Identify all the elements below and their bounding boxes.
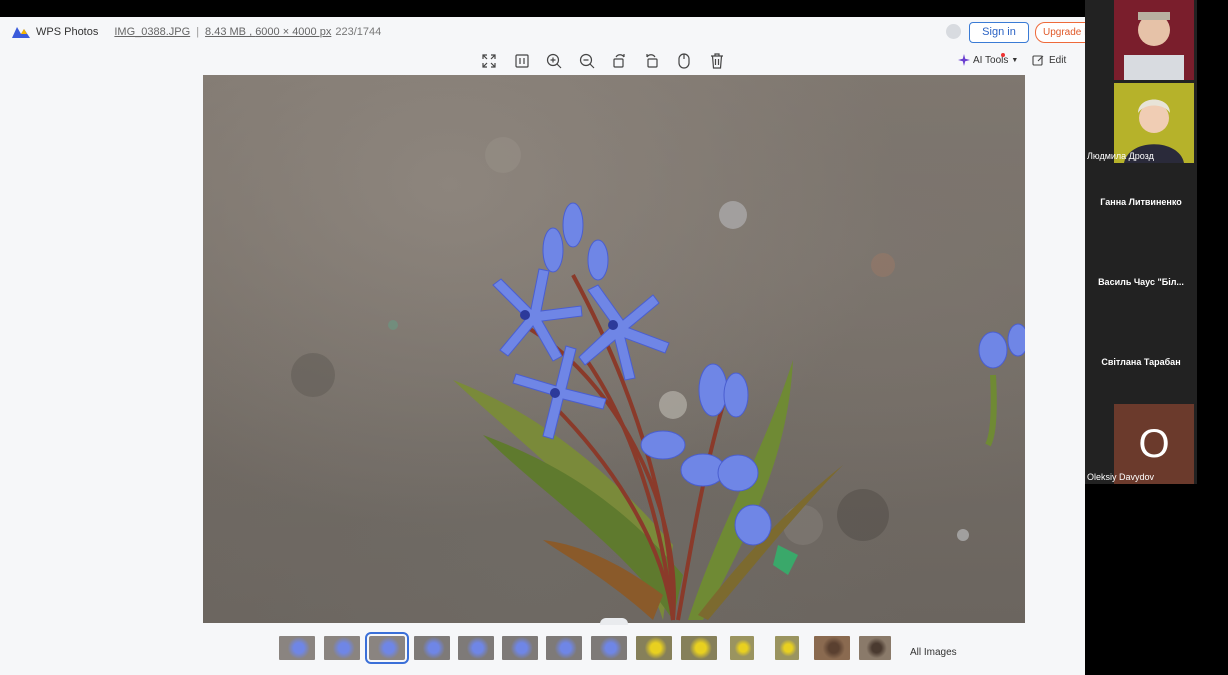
thumbnail-4[interactable] [414,636,450,660]
thumbnail-13[interactable] [814,636,850,660]
participant-tile-2[interactable]: Людмила Дрозд [1085,83,1197,163]
thumbnail-12[interactable] [775,636,799,660]
thumbnail-11[interactable] [730,636,754,660]
wps-photos-window: WPS Photos IMG_0388.JPG | 8.43 MB , 6000… [0,17,1085,675]
sparkle-icon [958,54,970,66]
participant-name: Світлана Тарабан [1101,357,1181,367]
thumbnail-14[interactable] [859,636,891,660]
participant-name: Oleksiy Davydov [1087,472,1155,482]
app-name: WPS Photos [36,26,99,38]
thumbnail-2[interactable] [324,636,360,660]
thumbnail-9[interactable] [636,636,672,660]
participant-tile-4[interactable]: Василь Чаус "Біл... [1085,242,1197,322]
comma-separator: , [246,26,256,38]
zoom-out-icon[interactable] [576,51,598,71]
ai-tools-button[interactable]: AI Tools ▼ [958,53,1019,66]
wps-logo-icon [12,27,30,38]
thumbnail-7[interactable] [546,636,582,660]
file-size[interactable]: 8.43 MB [205,26,246,38]
participant-tile-5[interactable]: Світлана Тарабан [1085,322,1197,402]
participant-tile-1[interactable] [1085,0,1197,80]
main-photo [203,75,1025,623]
upgrade-button[interactable]: Upgrade N [1035,22,1085,43]
mouse-icon[interactable] [673,51,695,71]
sign-in-button[interactable]: Sign in [969,22,1029,43]
fullscreen-icon[interactable] [478,51,500,71]
all-images-link[interactable]: All Images [910,647,957,658]
collapse-handle[interactable] [600,618,628,625]
participant-name: Людмила Дрозд [1087,151,1154,161]
title-bar: WPS Photos IMG_0388.JPG | 8.43 MB , 6000… [0,17,1085,47]
participant-tile-6[interactable]: O Oleksiy Davydov [1085,404,1197,484]
fit-to-window-icon[interactable] [511,51,533,71]
thumbnail-3[interactable] [365,632,409,664]
thumbnail-6[interactable] [502,636,538,660]
participant-name: Василь Чаус "Біл... [1098,277,1184,287]
edit-button[interactable]: Edit ▼ [1032,54,1085,66]
file-dimensions[interactable]: 6000 × 4000 px [255,26,331,38]
thumbnail-5[interactable] [458,636,494,660]
notification-dot [1001,53,1005,57]
participant-name: Ганна Литвиненко [1100,197,1182,207]
file-name[interactable]: IMG_0388.JPG [114,26,190,38]
edit-label: Edit [1049,54,1067,66]
thumbnail-8[interactable] [591,636,627,660]
edit-icon [1032,55,1044,66]
user-avatar-icon[interactable] [946,24,961,39]
photo-flower-illustration [291,137,1025,621]
rotate-right-icon[interactable] [641,51,663,71]
trash-icon[interactable] [706,51,728,71]
thumbnail-1[interactable] [279,636,315,660]
chevron-down-icon: ▼ [1011,56,1019,64]
participant-tile-3[interactable]: Ганна Литвиненко [1085,162,1197,242]
separator: | [196,26,200,38]
thumbnail-10[interactable] [681,636,717,660]
zoom-in-icon[interactable] [543,51,565,71]
video-call-panel: Людмила Дрозд Ганна Литвиненко Василь Ча… [1085,0,1197,484]
photo-counter: 223/1744 [335,26,382,38]
viewer-toolbar [478,51,738,73]
participant-video-1 [1114,0,1194,80]
rotate-left-icon[interactable] [608,51,630,71]
